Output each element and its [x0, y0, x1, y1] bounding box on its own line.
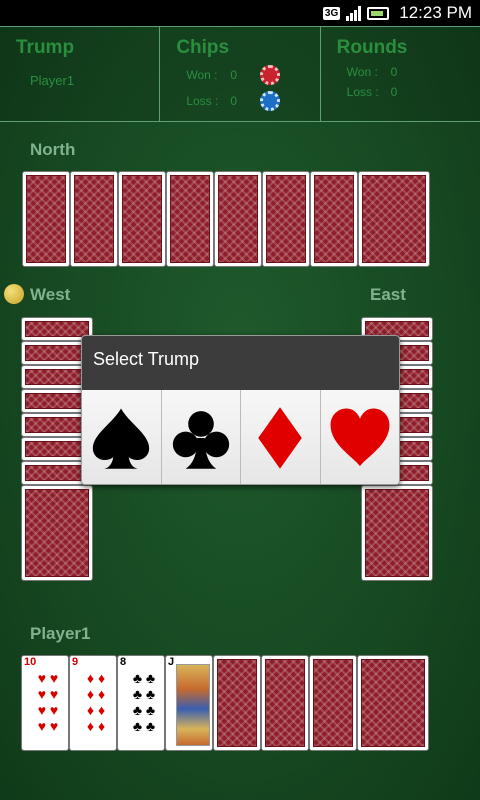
diamond-icon: [258, 406, 303, 469]
club-icon: [172, 410, 229, 469]
rounds-won-row: Won : 0: [337, 65, 480, 79]
chips-won-value: 0: [230, 68, 238, 82]
player-card[interactable]: 9 ♦ ♦ ♦ ♦ ♦ ♦ ♦ ♦: [69, 655, 117, 751]
card-rank: 9: [72, 656, 79, 668]
card-pips: ♥ ♥ ♥ ♥ ♥ ♥ ♥ ♥: [37, 670, 59, 734]
player-card[interactable]: J: [165, 655, 213, 751]
blue-chip-icon: [260, 91, 281, 111]
rounds-loss-label: Loss :: [346, 85, 379, 99]
select-trump-dialog: Select Trump: [81, 335, 400, 485]
card-back: [213, 655, 261, 751]
card-pips: ♦ ♦ ♦ ♦ ♦ ♦ ♦ ♦: [86, 670, 106, 734]
player-card[interactable]: 10 ♥ ♥ ♥ ♥ ♥ ♥ ♥ ♥: [21, 655, 69, 751]
card-rank: J: [168, 656, 175, 668]
west-label: West: [30, 285, 71, 304]
trump-player: Player1: [30, 73, 75, 88]
dialog-title: Select Trump: [82, 336, 399, 390]
card-pips: ♣ ♣ ♣ ♣ ♣ ♣ ♣ ♣: [132, 670, 156, 734]
card-back: [358, 171, 430, 267]
trump-title: Trump: [16, 37, 75, 58]
diamond-button[interactable]: [241, 390, 321, 484]
battery-icon: [367, 6, 390, 20]
card-back: [262, 171, 310, 267]
rounds-cell: Rounds Won : 0 Loss : 0: [320, 26, 480, 121]
red-chip-icon: [260, 65, 281, 85]
player-card[interactable]: 8 ♣ ♣ ♣ ♣ ♣ ♣ ♣ ♣: [117, 655, 165, 751]
card-back: [309, 655, 357, 751]
card-rank: 10: [24, 656, 37, 668]
east-label: East: [370, 285, 406, 304]
chips-loss-row: Loss : 0: [176, 91, 319, 111]
rounds-title: Rounds: [336, 37, 408, 58]
suit-options: [82, 390, 399, 484]
card-back: [361, 485, 433, 581]
network-3g-icon: 3G: [322, 6, 341, 20]
jack-figure: [176, 664, 210, 746]
heart-button[interactable]: [320, 390, 399, 484]
card-back: [22, 171, 70, 267]
clock: 12:23 PM: [399, 3, 472, 22]
signal-icon: [346, 5, 362, 21]
chips-won-label: Won :: [186, 68, 218, 82]
card-back: [118, 171, 166, 267]
card-back: [70, 171, 118, 267]
card-rank: 8: [120, 656, 127, 668]
rounds-loss-value: 0: [390, 85, 398, 99]
chips-loss-label: Loss :: [186, 94, 219, 108]
chips-won-row: Won : 0: [176, 65, 319, 85]
card-back: [21, 485, 93, 581]
card-back: [310, 171, 358, 267]
heart-icon: [330, 408, 390, 466]
player-label: Player1: [30, 624, 91, 643]
score-panel: Trump Player1 Chips Won : 0 Loss : 0 Rou…: [0, 26, 480, 122]
club-button[interactable]: [161, 390, 241, 484]
rounds-won-label: Won :: [346, 65, 378, 79]
card-back: [166, 171, 214, 267]
card-back: [214, 171, 262, 267]
rounds-loss-row: Loss : 0: [337, 85, 480, 99]
dealer-marker-icon: [4, 284, 24, 304]
spade-button[interactable]: [82, 390, 162, 484]
rounds-won-value: 0: [390, 65, 398, 79]
spade-icon: [93, 408, 150, 469]
card-back: [261, 655, 309, 751]
chips-title: Chips: [176, 37, 230, 58]
chips-loss-value: 0: [230, 94, 238, 108]
status-bar: 3G 12:23 PM: [0, 0, 480, 26]
trump-cell: Trump Player1: [0, 26, 161, 121]
north-label: North: [30, 140, 76, 159]
card-back: [357, 655, 429, 751]
chips-cell: Chips Won : 0 Loss : 0: [160, 26, 321, 121]
